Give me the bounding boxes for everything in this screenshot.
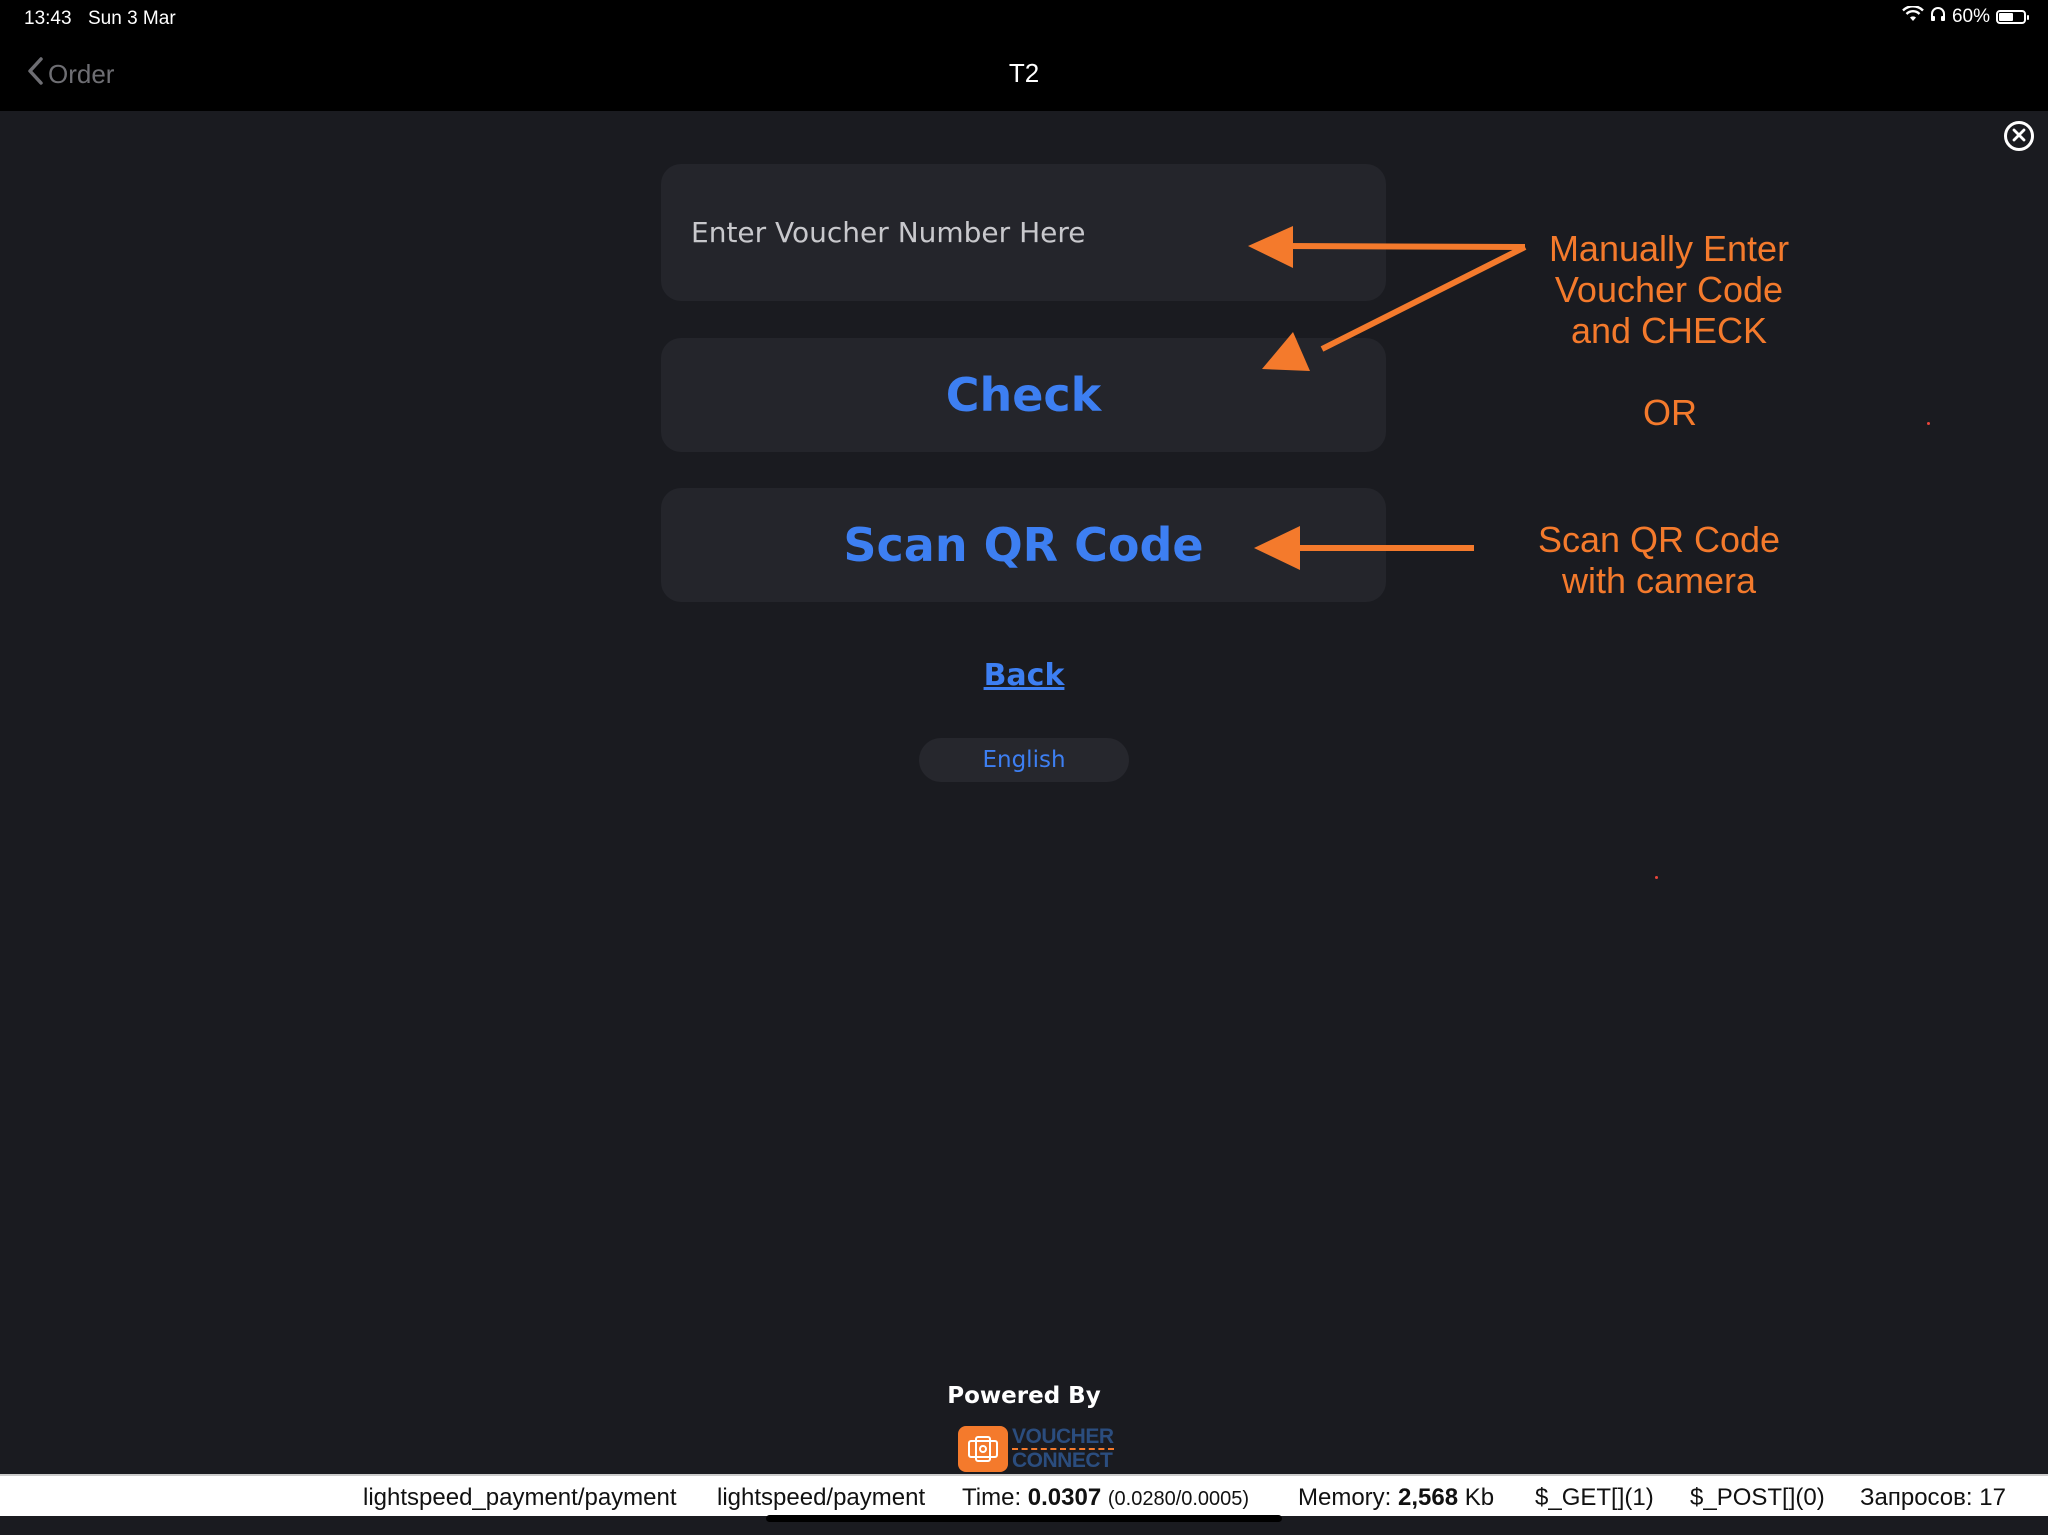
annotation-or: OR	[1643, 392, 1697, 433]
annotation-manual: Manually Enter Voucher Code and CHECK	[1520, 228, 1818, 351]
debug-time-label: Time:	[962, 1484, 1022, 1511]
debug-get: $_GET[](1)	[1535, 1484, 1654, 1511]
logo-line2: CONNECT	[1012, 1449, 1113, 1472]
annotation-manual-line1: Manually Enter	[1548, 228, 1790, 269]
voucher-connect-logo: VOUCHER CONNECT	[958, 1426, 1114, 1472]
stray-dot	[1927, 422, 1930, 425]
annotation-manual-line2: Voucher Code	[1554, 269, 1784, 310]
arrow-to-scan	[1254, 526, 1474, 570]
debug-route2: lightspeed/payment	[717, 1484, 926, 1511]
ticket-icon	[958, 1426, 1008, 1472]
home-indicator	[766, 1515, 1282, 1522]
logo-line1: VOUCHER	[1012, 1425, 1114, 1450]
debug-time-value: 0.0307	[1027, 1484, 1102, 1511]
arrow-to-input	[1248, 226, 1526, 268]
powered-by-label: Powered By	[947, 1383, 1101, 1409]
logo-wordmark: VOUCHER CONNECT	[1012, 1426, 1114, 1472]
annotation-scan: Scan QR Code with camera	[1510, 519, 1808, 601]
annotation-manual-line3: and CHECK	[1570, 310, 1768, 351]
debug-route1: lightspeed_payment/payment	[363, 1484, 677, 1511]
stray-dot	[1655, 876, 1658, 879]
debug-time-detail: (0.0280/0.0005)	[1107, 1488, 1250, 1510]
debug-post: $_POST[](0)	[1690, 1484, 1825, 1511]
debug-memory: Memory: 2,568 Kb	[1298, 1484, 1494, 1512]
debug-memory-label: Memory:	[1298, 1484, 1392, 1511]
annotation-scan-line1: Scan QR Code	[1537, 519, 1781, 560]
debug-memory-value: 2,568	[1398, 1484, 1459, 1511]
arrow-to-check	[1262, 244, 1527, 371]
debug-bar: lightspeed_payment/payment lightspeed/pa…	[0, 1474, 2048, 1516]
debug-memory-unit: Kb	[1464, 1484, 1495, 1511]
debug-time: Time: 0.0307 (0.0280/0.0005)	[962, 1484, 1249, 1512]
debug-requests: Запросов: 17	[1860, 1484, 2006, 1511]
annotation-scan-line2: with camera	[1561, 560, 1757, 601]
